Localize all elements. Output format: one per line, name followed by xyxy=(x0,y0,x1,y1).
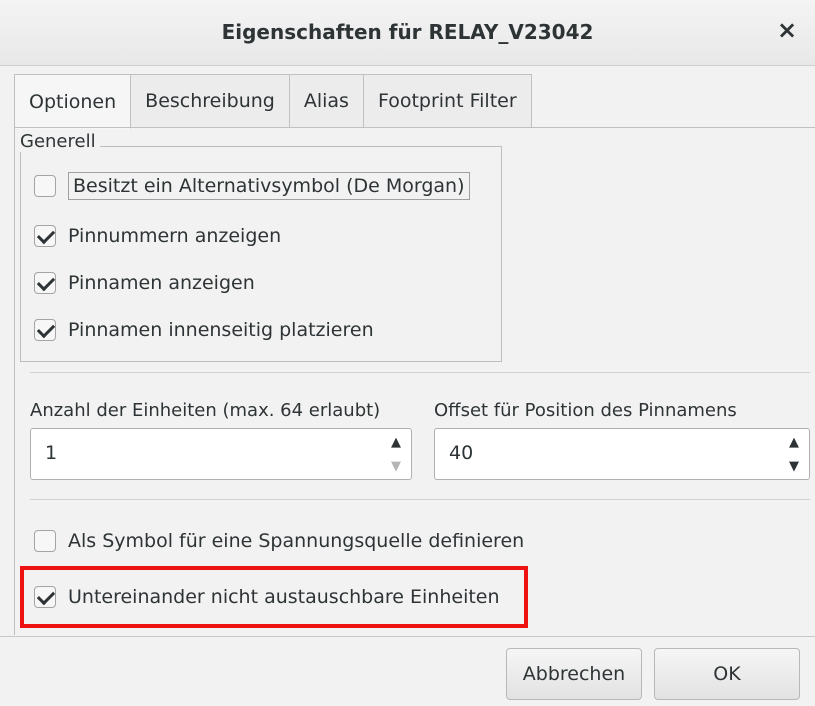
power-symbol-checkbox[interactable] xyxy=(34,530,56,552)
tab-bar: Optionen Beschreibung Alias Footprint Fi… xyxy=(14,74,532,129)
de-morgan-label: Besitzt ein Alternativsymbol (De Morgan) xyxy=(68,172,470,200)
pin-names-inside-label: Pinnamen innenseitig platzieren xyxy=(68,319,374,341)
general-group-label: Generell xyxy=(20,131,100,152)
pin-offset-up-arrow-icon[interactable]: ▲ xyxy=(783,431,805,453)
pin-offset-label: Offset für Position des Pinnamens xyxy=(434,400,737,421)
not-interchangeable-option[interactable]: Untereinander nicht austauschbare Einhei… xyxy=(34,586,500,608)
pin-numbers-label: Pinnummern anzeigen xyxy=(68,225,282,247)
tab-footprint-filter[interactable]: Footprint Filter xyxy=(363,74,532,128)
not-interchangeable-checkbox[interactable] xyxy=(34,586,56,608)
pin-offset-down-arrow-icon[interactable]: ▼ xyxy=(783,455,805,477)
ok-button[interactable]: OK xyxy=(654,648,800,700)
close-icon[interactable]: × xyxy=(773,16,801,44)
separator xyxy=(30,499,810,500)
cancel-button[interactable]: Abbrechen xyxy=(506,648,642,700)
pin-names-label: Pinnamen anzeigen xyxy=(68,272,255,294)
pin-offset-spinner[interactable]: 40 ▲ ▼ xyxy=(434,428,810,480)
pin-numbers-option[interactable]: Pinnummern anzeigen xyxy=(34,225,281,247)
pin-names-checkbox[interactable] xyxy=(34,272,56,294)
separator xyxy=(30,372,810,373)
window-title: Eigenschaften für RELAY_V23042 xyxy=(221,20,594,44)
pin-names-inside-checkbox[interactable] xyxy=(34,319,56,341)
power-symbol-option[interactable]: Als Symbol für eine Spannungsquelle defi… xyxy=(34,530,524,552)
units-spinner[interactable]: 1 ▲ ▼ xyxy=(30,428,412,480)
title-bar: Eigenschaften für RELAY_V23042 × xyxy=(0,0,815,66)
not-interchangeable-label: Untereinander nicht austauschbare Einhei… xyxy=(68,586,500,608)
pin-names-inside-option[interactable]: Pinnamen innenseitig platzieren xyxy=(34,319,374,341)
pin-numbers-checkbox[interactable] xyxy=(34,225,56,247)
units-value[interactable]: 1 xyxy=(45,442,57,464)
tab-beschreibung[interactable]: Beschreibung xyxy=(131,74,290,128)
units-label: Anzahl der Einheiten (max. 64 erlaubt) xyxy=(30,400,381,421)
pin-offset-value[interactable]: 40 xyxy=(449,442,473,464)
tab-alias[interactable]: Alias xyxy=(289,74,364,128)
footer-separator xyxy=(0,636,815,637)
units-down-arrow-icon[interactable]: ▼ xyxy=(385,455,407,477)
tab-optionen[interactable]: Optionen xyxy=(14,74,132,129)
pin-names-option[interactable]: Pinnamen anzeigen xyxy=(34,272,255,294)
units-up-arrow-icon[interactable]: ▲ xyxy=(385,431,407,453)
de-morgan-option[interactable]: Besitzt ein Alternativsymbol (De Morgan) xyxy=(34,172,470,200)
power-symbol-label: Als Symbol für eine Spannungsquelle defi… xyxy=(68,530,525,552)
de-morgan-checkbox[interactable] xyxy=(34,175,56,197)
